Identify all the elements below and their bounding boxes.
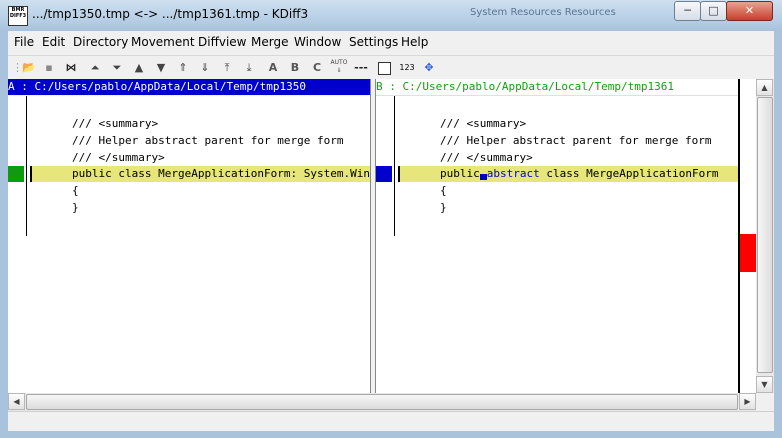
auto-advance-label: AUTO	[330, 59, 348, 66]
menu-help[interactable]: Help	[401, 35, 428, 49]
menu-file[interactable]: File	[14, 35, 34, 49]
overview-conflict-marker[interactable]	[740, 234, 756, 272]
code-line: /// <summary>	[440, 117, 527, 130]
pane-b-gutter	[394, 96, 395, 236]
scroll-right-icon[interactable]: ▶	[739, 393, 756, 410]
minimize-button[interactable]: ─	[674, 1, 701, 21]
show-line-numbers-button[interactable]: 123	[398, 59, 416, 77]
kdiff3-app-icon[interactable]: BMR DIFF3	[8, 6, 28, 26]
auto-advance-icon: ⇓	[336, 67, 342, 74]
code-line-changed: public abstract class MergeApplicationFor…	[440, 166, 719, 182]
save-icon[interactable]: ▪	[40, 59, 58, 77]
code-line: /// Helper abstract parent for merge for…	[440, 134, 712, 147]
next-delta-icon[interactable]: ▼	[152, 59, 170, 77]
menu-movement[interactable]: Movement	[131, 35, 195, 49]
pane-a-gutter	[26, 96, 27, 236]
menu-directory[interactable]: Directory	[73, 35, 128, 49]
maximize-button[interactable]: □	[700, 1, 727, 21]
show-whitespace-chars-icon[interactable]	[378, 62, 391, 75]
code-line: {	[72, 184, 79, 197]
menu-bar: File Edit Directory Movement Diffview Me…	[8, 31, 774, 53]
vertical-scroll-thumb[interactable]	[757, 97, 773, 373]
auto-advance-button[interactable]: AUTO ⇓	[330, 59, 348, 77]
background-window-title: System Resources Resources	[470, 7, 616, 18]
pane-b-text[interactable]: /// <summary> /// Helper abstract parent…	[376, 96, 738, 393]
scroll-left-icon[interactable]: ◀	[8, 393, 25, 410]
text-cursor	[479, 174, 487, 180]
inserted-word: abstract	[486, 167, 540, 180]
choose-b-button[interactable]: B	[286, 59, 304, 77]
prev-delta-icon[interactable]: ▲	[130, 59, 148, 77]
code-line: {	[440, 184, 447, 197]
pane-b-header[interactable]: B : C:/Users/pablo/AppData/Local/Temp/tm…	[376, 79, 738, 96]
scroll-down-icon[interactable]: ▼	[756, 376, 773, 393]
code-line: /// <summary>	[72, 117, 159, 130]
next-conflict-icon[interactable]: ⇓	[196, 59, 214, 77]
pane-a-diff-marker	[8, 166, 24, 182]
menu-edit[interactable]: Edit	[42, 35, 65, 49]
wordwrap-icon[interactable]: ✥	[420, 59, 438, 77]
pane-a-text[interactable]: /// <summary> /// Helper abstract parent…	[8, 96, 370, 393]
status-bar	[8, 411, 774, 431]
menu-merge[interactable]: Merge	[251, 35, 288, 49]
close-button[interactable]: ✕	[726, 1, 773, 21]
menu-window[interactable]: Window	[294, 35, 341, 49]
choose-c-button[interactable]: C	[308, 59, 326, 77]
merge-icon[interactable]: ⋈	[62, 59, 80, 77]
prev-conflict-icon[interactable]: ⇑	[174, 59, 192, 77]
prev-unsolved-icon[interactable]: ⤒	[218, 59, 236, 77]
show-whitespace-button[interactable]: ---	[352, 59, 370, 77]
pane-b-diff-marker	[376, 166, 392, 182]
next-unsolved-icon[interactable]: ⤓	[240, 59, 258, 77]
menu-diffview[interactable]: Diffview	[198, 35, 246, 49]
diff-suffix: class MergeApplicationForm	[539, 167, 719, 180]
go-bottom-icon[interactable]: ⏷	[108, 59, 126, 77]
code-line: }	[440, 201, 447, 214]
scroll-up-icon[interactable]: ▲	[756, 79, 773, 96]
pane-a-header[interactable]: A : C:/Users/pablo/AppData/Local/Temp/tm…	[8, 79, 370, 95]
code-line: }	[72, 201, 79, 214]
pane-a-line-mark	[30, 166, 32, 182]
open-folder-icon[interactable]: 📂	[20, 59, 38, 77]
code-line: /// </summary>	[440, 151, 533, 164]
horizontal-scroll-thumb[interactable]	[26, 394, 738, 410]
choose-a-button[interactable]: A	[264, 59, 282, 77]
code-line-changed: public class MergeApplicationForm: Syste…	[72, 167, 370, 180]
pane-b-line-mark	[398, 166, 400, 182]
code-line: /// </summary>	[72, 151, 165, 164]
toolbar-grip: ⋮	[12, 61, 23, 74]
menu-settings[interactable]: Settings	[349, 35, 398, 49]
toolbar: ⋮ 📂 ▪ ⋈ ⏶ ⏷ ▲ ▼ ⇑ ⇓ ⤒ ⤓ A B C AUTO ⇓ ---…	[8, 55, 774, 80]
window-title: .../tmp1350.tmp <-> .../tmp1361.tmp - KD…	[32, 7, 309, 21]
diff-prefix: public	[440, 167, 480, 180]
go-top-icon[interactable]: ⏶	[86, 59, 104, 77]
code-line: /// Helper abstract parent for merge for…	[72, 134, 344, 147]
